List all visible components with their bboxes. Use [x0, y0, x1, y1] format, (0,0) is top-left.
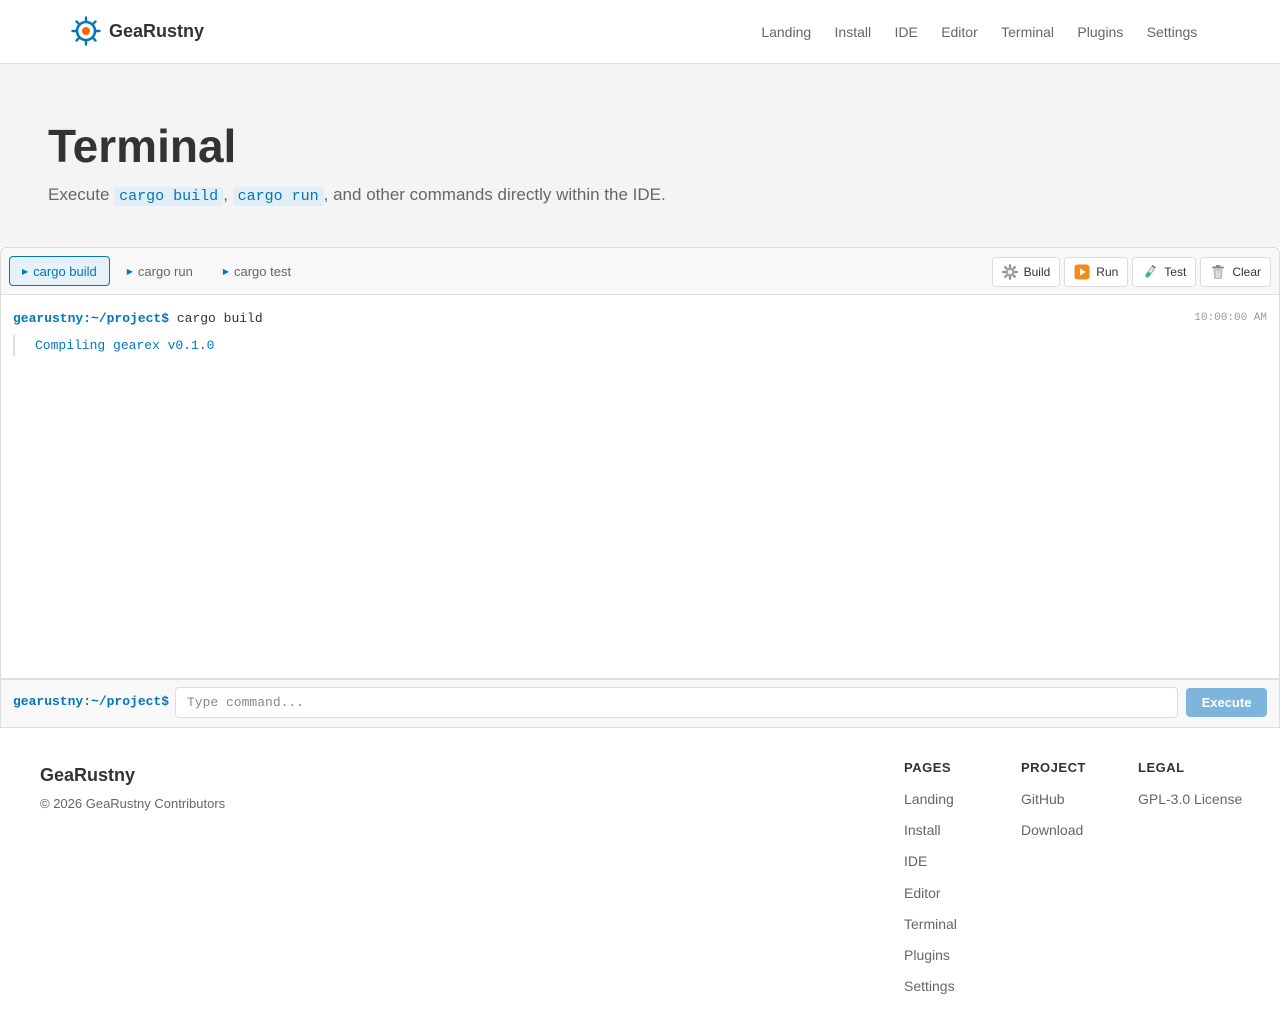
test-button-label: Test [1164, 265, 1187, 279]
footer-col-legal: LEGAL GPL-3.0 License [1138, 760, 1242, 815]
tab-cargo-build[interactable]: ▶ cargo build [9, 256, 110, 286]
test-button[interactable]: Test [1132, 257, 1197, 287]
terminal-output: gearustny:~/project$ cargo build 10:00:0… [1, 296, 1279, 678]
footer-heading-legal: LEGAL [1138, 760, 1185, 775]
brand-logo-link[interactable]: GeaRustny [71, 15, 204, 47]
site-header: GeaRustny Landing Install IDE Editor Ter… [0, 0, 1280, 64]
footer-link-terminal[interactable]: Terminal [904, 909, 957, 940]
site-footer: GeaRustny © 2026 GeaRustny Contributors … [0, 728, 1280, 1029]
input-prompt: gearustny:~/project$ [13, 694, 170, 709]
tab-label: cargo build [33, 263, 97, 279]
nav-settings[interactable]: Settings [1135, 24, 1209, 40]
trash-icon [1210, 264, 1226, 280]
footer-link-install[interactable]: Install [904, 815, 957, 846]
run-button-label: Run [1096, 265, 1119, 279]
command-entry: gearustny:~/project$ cargo build [13, 311, 263, 327]
nav-install[interactable]: Install [823, 24, 883, 40]
footer-link-landing[interactable]: Landing [904, 784, 957, 815]
command-text: cargo build [176, 311, 263, 326]
play-icon [1074, 264, 1090, 280]
footer-link-license[interactable]: GPL-3.0 License [1138, 784, 1242, 815]
gear-logo-icon [71, 16, 101, 46]
tab-cargo-test[interactable]: ▶ cargo test [210, 256, 304, 286]
command-timestamp: 10:00:00 AM [1194, 312, 1267, 324]
footer-copyright: © 2026 GeaRustny Contributors [40, 796, 226, 811]
code-cargo-build: cargo build [114, 187, 224, 206]
nav-plugins[interactable]: Plugins [1066, 24, 1135, 40]
build-button-label: Build [1023, 265, 1051, 279]
command-input-bar: gearustny:~/project$ Execute [1, 678, 1279, 727]
terminal-actions: Build Run Test Clear [991, 257, 1271, 287]
command-output: Compiling gearex v0.1.0 [13, 335, 214, 356]
footer-link-download[interactable]: Download [1021, 815, 1086, 846]
subtitle-text-post: , and other commands directly within the… [323, 185, 666, 204]
footer-link-ide[interactable]: IDE [904, 846, 957, 877]
footer-brand: GeaRustny [40, 765, 136, 785]
clear-button[interactable]: Clear [1200, 257, 1271, 287]
footer-heading-project: PROJECT [1021, 760, 1086, 775]
play-arrow-icon: ▶ [22, 266, 29, 276]
play-arrow-icon: ▶ [126, 266, 133, 276]
tab-label: cargo test [234, 263, 292, 279]
command-prompt: gearustny:~/project$ [13, 311, 170, 326]
command-input[interactable] [175, 687, 1178, 718]
main-nav: Landing Install IDE Editor Terminal Plug… [750, 0, 1209, 64]
footer-col-pages: PAGES Landing Install IDE Editor Termina… [904, 760, 957, 1002]
brand-name: GeaRustny [109, 20, 205, 41]
footer-link-github[interactable]: GitHub [1021, 784, 1086, 815]
nav-terminal[interactable]: Terminal [989, 24, 1065, 40]
footer-link-editor[interactable]: Editor [904, 878, 957, 909]
tab-label: cargo run [137, 263, 193, 279]
nav-ide[interactable]: IDE [883, 24, 930, 40]
terminal-tabs: ▶ cargo build ▶ cargo run ▶ cargo test [9, 256, 308, 286]
terminal-toolbar: ▶ cargo build ▶ cargo run ▶ cargo test B… [1, 248, 1279, 295]
clear-button-label: Clear [1232, 265, 1261, 279]
subtitle-separator: , [223, 185, 233, 204]
footer-col-project: PROJECT GitHub Download [1021, 760, 1086, 846]
terminal-panel: ▶ cargo build ▶ cargo run ▶ cargo test B… [0, 247, 1280, 728]
execute-button[interactable]: Execute [1186, 688, 1267, 717]
code-cargo-run: cargo run [232, 187, 324, 206]
run-button[interactable]: Run [1064, 257, 1129, 287]
gear-icon [1001, 264, 1018, 280]
subtitle-text-pre: Execute [48, 185, 115, 204]
tab-cargo-run[interactable]: ▶ cargo run [114, 256, 206, 286]
hero-section: Terminal Execute cargo build, cargo run,… [0, 64, 1280, 247]
page-title: Terminal [48, 120, 237, 172]
test-tube-icon [1142, 264, 1158, 280]
footer-link-plugins[interactable]: Plugins [904, 940, 957, 971]
footer-link-settings[interactable]: Settings [904, 971, 957, 1002]
build-button[interactable]: Build [991, 257, 1061, 287]
page-subtitle: Execute cargo build, cargo run, and othe… [48, 185, 666, 207]
footer-heading-pages: PAGES [904, 760, 952, 775]
play-arrow-icon: ▶ [222, 266, 229, 276]
nav-editor[interactable]: Editor [930, 24, 990, 40]
nav-landing[interactable]: Landing [750, 24, 823, 40]
